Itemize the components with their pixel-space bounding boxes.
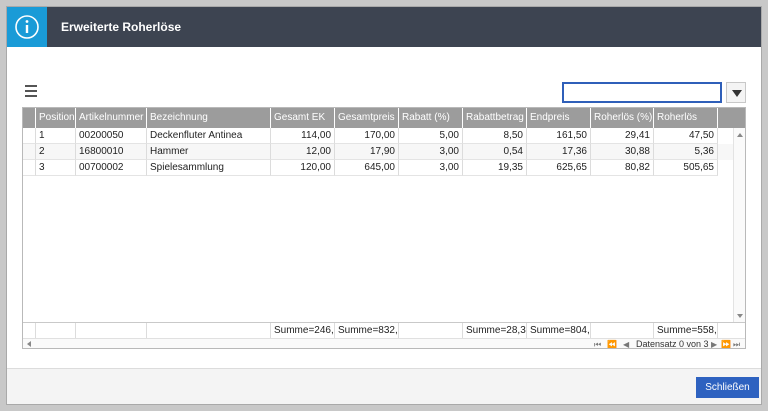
cell-endpreis[interactable]: 625,65: [527, 160, 591, 176]
cell-position[interactable]: 3: [36, 160, 76, 176]
grid-header: Position Artikelnummer Bezeichnung Gesam…: [23, 108, 745, 128]
scroll-left-icon[interactable]: [27, 341, 31, 347]
next-page-set-icon[interactable]: ⏩: [721, 339, 731, 348]
column-header-rabattbetrag[interactable]: Rabattbetrag: [463, 108, 527, 128]
table-row[interactable]: 3 00700002 Spielesammlung 120,00 645,00 …: [23, 160, 733, 176]
summary-endpreis: Summe=804,5: [527, 323, 591, 339]
cell-roherloes-prozent[interactable]: 29,41: [591, 128, 654, 144]
scroll-down-icon[interactable]: [737, 314, 743, 318]
row-indicator: [23, 160, 36, 176]
column-header-rabatt-prozent[interactable]: Rabatt (%): [399, 108, 463, 128]
dialog-footer: Schließen: [7, 368, 761, 404]
summary-roherloes-prozent: [591, 323, 654, 339]
search-input[interactable]: [562, 82, 722, 103]
cell-gesamt-ek[interactable]: 120,00: [271, 160, 335, 176]
previous-page-set-icon[interactable]: ⏪: [607, 339, 617, 348]
summary-gesamtpreis: Summe=832,9: [335, 323, 399, 339]
cell-endpreis[interactable]: 17,36: [527, 144, 591, 160]
summary-row: Summe=246,0 Summe=832,9 Summe=28,39 Summ…: [23, 322, 745, 339]
dialog-title: Erweiterte Roherlöse: [61, 20, 182, 34]
data-grid: Position Artikelnummer Bezeichnung Gesam…: [22, 107, 746, 349]
cell-bezeichnung[interactable]: Spielesammlung: [147, 160, 271, 176]
cell-gesamtpreis[interactable]: 17,90: [335, 144, 399, 160]
summary-bezeichnung: [147, 323, 271, 339]
cell-roherloes-prozent[interactable]: 30,88: [591, 144, 654, 160]
summary-artikelnummer: [76, 323, 147, 339]
cell-gesamt-ek[interactable]: 114,00: [271, 128, 335, 144]
previous-page-icon[interactable]: ◀: [623, 339, 629, 348]
cell-rabatt-prozent[interactable]: 3,00: [399, 144, 463, 160]
scroll-up-icon[interactable]: [737, 133, 743, 137]
table-row[interactable]: 1 00200050 Deckenfluter Antinea 114,00 1…: [23, 128, 733, 144]
cell-position[interactable]: 2: [36, 144, 76, 160]
cell-rabattbetrag[interactable]: 8,50: [463, 128, 527, 144]
summary-position: [36, 323, 76, 339]
cell-rabattbetrag[interactable]: 19,35: [463, 160, 527, 176]
vertical-scrollbar[interactable]: [733, 128, 745, 322]
summary-roherloes: Summe=558,5: [654, 323, 718, 339]
cell-gesamt-ek[interactable]: 12,00: [271, 144, 335, 160]
header-filler: [718, 108, 745, 128]
pager-bar: ⏮ ⏪ ◀ Datensatz 0 von 3 ▶ ⏩ ⏭: [23, 338, 745, 349]
last-page-icon[interactable]: ⏭: [733, 339, 740, 348]
cell-rabatt-prozent[interactable]: 5,00: [399, 128, 463, 144]
hamburger-menu-icon[interactable]: [25, 85, 39, 98]
summary-rabattbetrag: Summe=28,39: [463, 323, 527, 339]
cell-bezeichnung[interactable]: Deckenfluter Antinea: [147, 128, 271, 144]
cell-position[interactable]: 1: [36, 128, 76, 144]
close-button[interactable]: Schließen: [696, 377, 759, 398]
table-row[interactable]: 2 16800010 Hammer 12,00 17,90 3,00 0,54 …: [23, 144, 733, 160]
column-header-roherloes[interactable]: Roherlös: [654, 108, 718, 128]
column-header-position[interactable]: Position: [36, 108, 76, 128]
row-indicator-header: [23, 108, 36, 128]
cell-gesamtpreis[interactable]: 645,00: [335, 160, 399, 176]
cell-roherloes-prozent[interactable]: 80,82: [591, 160, 654, 176]
cell-artikelnummer[interactable]: 00200050: [76, 128, 147, 144]
summary-indicator: [23, 323, 36, 339]
cell-artikelnummer[interactable]: 00700002: [76, 160, 147, 176]
cell-artikelnummer[interactable]: 16800010: [76, 144, 147, 160]
record-status: Datensatz 0 von 3: [636, 339, 709, 349]
cell-endpreis[interactable]: 161,50: [527, 128, 591, 144]
first-page-icon[interactable]: ⏮: [594, 339, 601, 348]
info-icon: [7, 7, 47, 47]
row-indicator: [23, 144, 36, 160]
cell-rabattbetrag[interactable]: 0,54: [463, 144, 527, 160]
row-indicator: [23, 128, 36, 144]
column-header-artikelnummer[interactable]: Artikelnummer: [76, 108, 147, 128]
column-header-gesamt-ek[interactable]: Gesamt EK: [271, 108, 335, 128]
column-header-roherloes-prozent[interactable]: Roherlös (%): [591, 108, 654, 128]
column-header-endpreis[interactable]: Endpreis: [527, 108, 591, 128]
cell-rabatt-prozent[interactable]: 3,00: [399, 160, 463, 176]
cell-bezeichnung[interactable]: Hammer: [147, 144, 271, 160]
title-bar: Erweiterte Roherlöse: [7, 7, 761, 47]
next-page-icon[interactable]: ▶: [711, 339, 717, 348]
dropdown-arrow-icon[interactable]: [726, 82, 746, 103]
summary-rabatt-prozent: [399, 323, 463, 339]
cell-gesamtpreis[interactable]: 170,00: [335, 128, 399, 144]
column-header-bezeichnung[interactable]: Bezeichnung: [147, 108, 271, 128]
dialog-window: Erweiterte Roherlöse Position Artikelnum…: [6, 6, 762, 405]
summary-gesamt-ek: Summe=246,0: [271, 323, 335, 339]
cell-roherloes[interactable]: 505,65: [654, 160, 718, 176]
cell-roherloes[interactable]: 47,50: [654, 128, 718, 144]
cell-roherloes[interactable]: 5,36: [654, 144, 718, 160]
column-header-gesamtpreis[interactable]: Gesamtpreis: [335, 108, 399, 128]
